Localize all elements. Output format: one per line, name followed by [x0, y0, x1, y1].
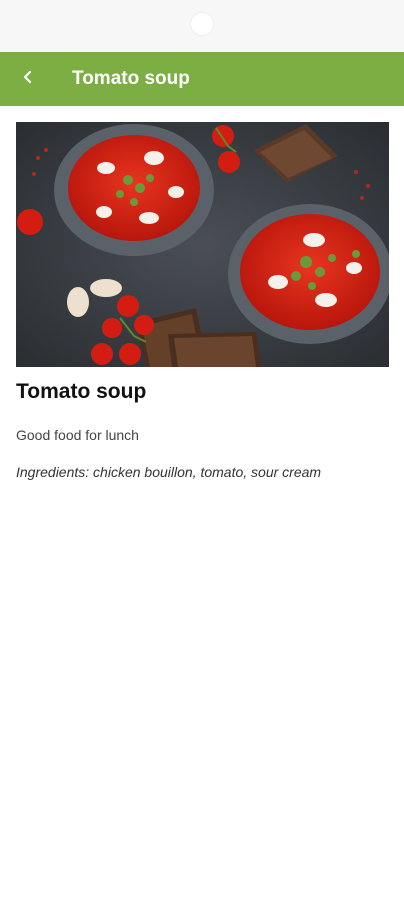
camera-cutout	[190, 12, 214, 36]
tomato-soup-photo	[16, 122, 389, 367]
screen: Tomato soup Tomato soup Good food for lu…	[0, 0, 404, 900]
recipe-image	[16, 122, 389, 367]
back-button[interactable]	[0, 52, 56, 106]
recipe-description: Good food for lunch	[16, 427, 139, 443]
recipe-title: Tomato soup	[16, 380, 147, 403]
app-bar: Tomato soup	[0, 52, 404, 106]
chevron-left-icon	[21, 70, 35, 89]
status-bar	[0, 0, 404, 52]
page-title: Tomato soup	[72, 68, 190, 89]
recipe-ingredients: Ingredients: chicken bouillon, tomato, s…	[16, 464, 322, 480]
